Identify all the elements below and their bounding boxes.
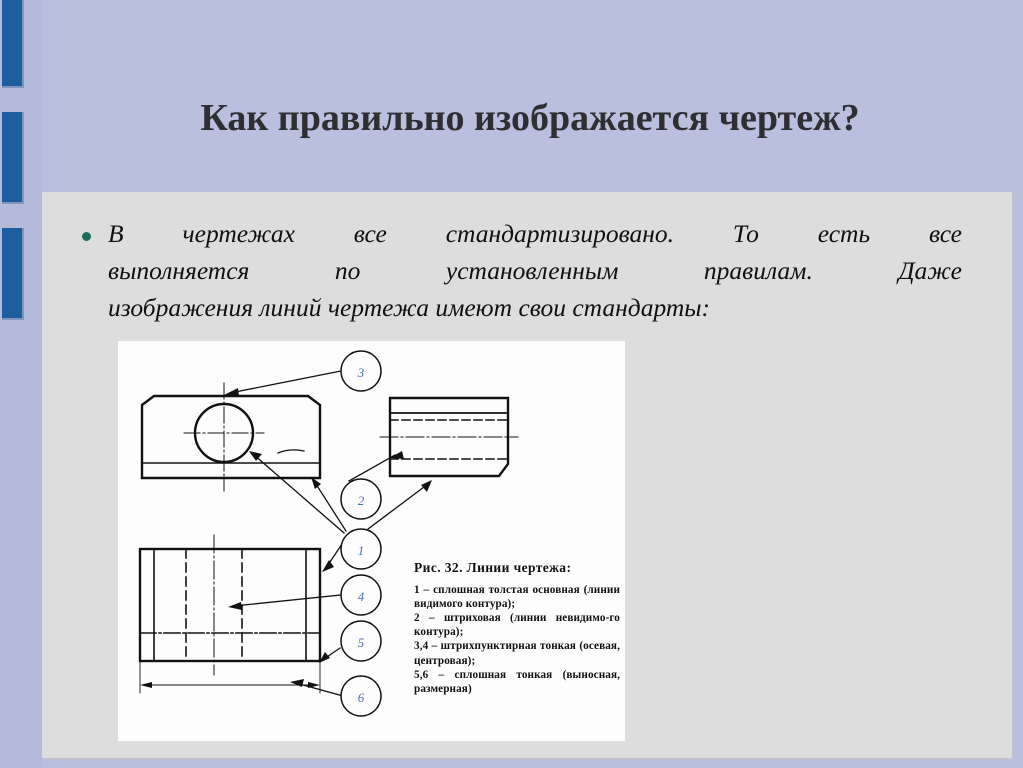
callout-label-6: 6	[358, 690, 365, 705]
callout-label-4: 4	[358, 589, 365, 604]
bullet-line-1: В чертежах все стандартизировано. То ест…	[108, 219, 962, 248]
slide-title: Как правильно изображается чертеж?	[200, 97, 860, 139]
figure-caption-block: Рис. 32. Линии чертежа: 1 – сплошная тол…	[414, 560, 620, 696]
figure-caption-title: Рис. 32. Линии чертежа:	[414, 560, 572, 575]
left-decorative-strip	[0, 0, 42, 768]
callout-label-1: 1	[358, 543, 365, 558]
decorative-bar-3	[2, 228, 24, 320]
figure-legend-item-4: 5,6 – сплошная тонкая (выносная, размерн…	[414, 668, 620, 695]
bullet-paragraph: В чертежах все стандартизировано. То ест…	[82, 216, 962, 327]
figure-legend-item-3: 3,4 – штрихпунктирная тонкая (осевая, це…	[414, 640, 620, 667]
decorative-bar-2	[2, 112, 24, 204]
bullet-dot-icon	[82, 232, 91, 241]
callout-label-5: 5	[358, 635, 365, 650]
presentation-slide: Как правильно изображается чертеж? В чер…	[0, 0, 1023, 768]
figure-legend-item-2: 2 – штриховая (линии невидимо-го контура…	[414, 612, 620, 639]
callout-label-3: 3	[357, 365, 365, 380]
bullet-paragraph-text: В чертежах все стандартизировано. То ест…	[108, 216, 962, 327]
figure-legend-item-1: 1 – сплошная толстая основная (линии вид…	[414, 584, 620, 611]
bullet-line-2: выполняется по установленным правилам. Д…	[108, 255, 962, 285]
technical-drawing-figure: 3 2 1 4 5 6 Рис. 32. Линии чертежа: 1 – …	[118, 341, 625, 741]
decorative-bar-1	[2, 0, 24, 88]
bullet-line-3: изображения линий чертежа имеют свои ста…	[108, 292, 711, 322]
callout-label-2: 2	[358, 493, 365, 508]
content-panel: В чертежах все стандартизировано. То ест…	[42, 192, 1012, 758]
